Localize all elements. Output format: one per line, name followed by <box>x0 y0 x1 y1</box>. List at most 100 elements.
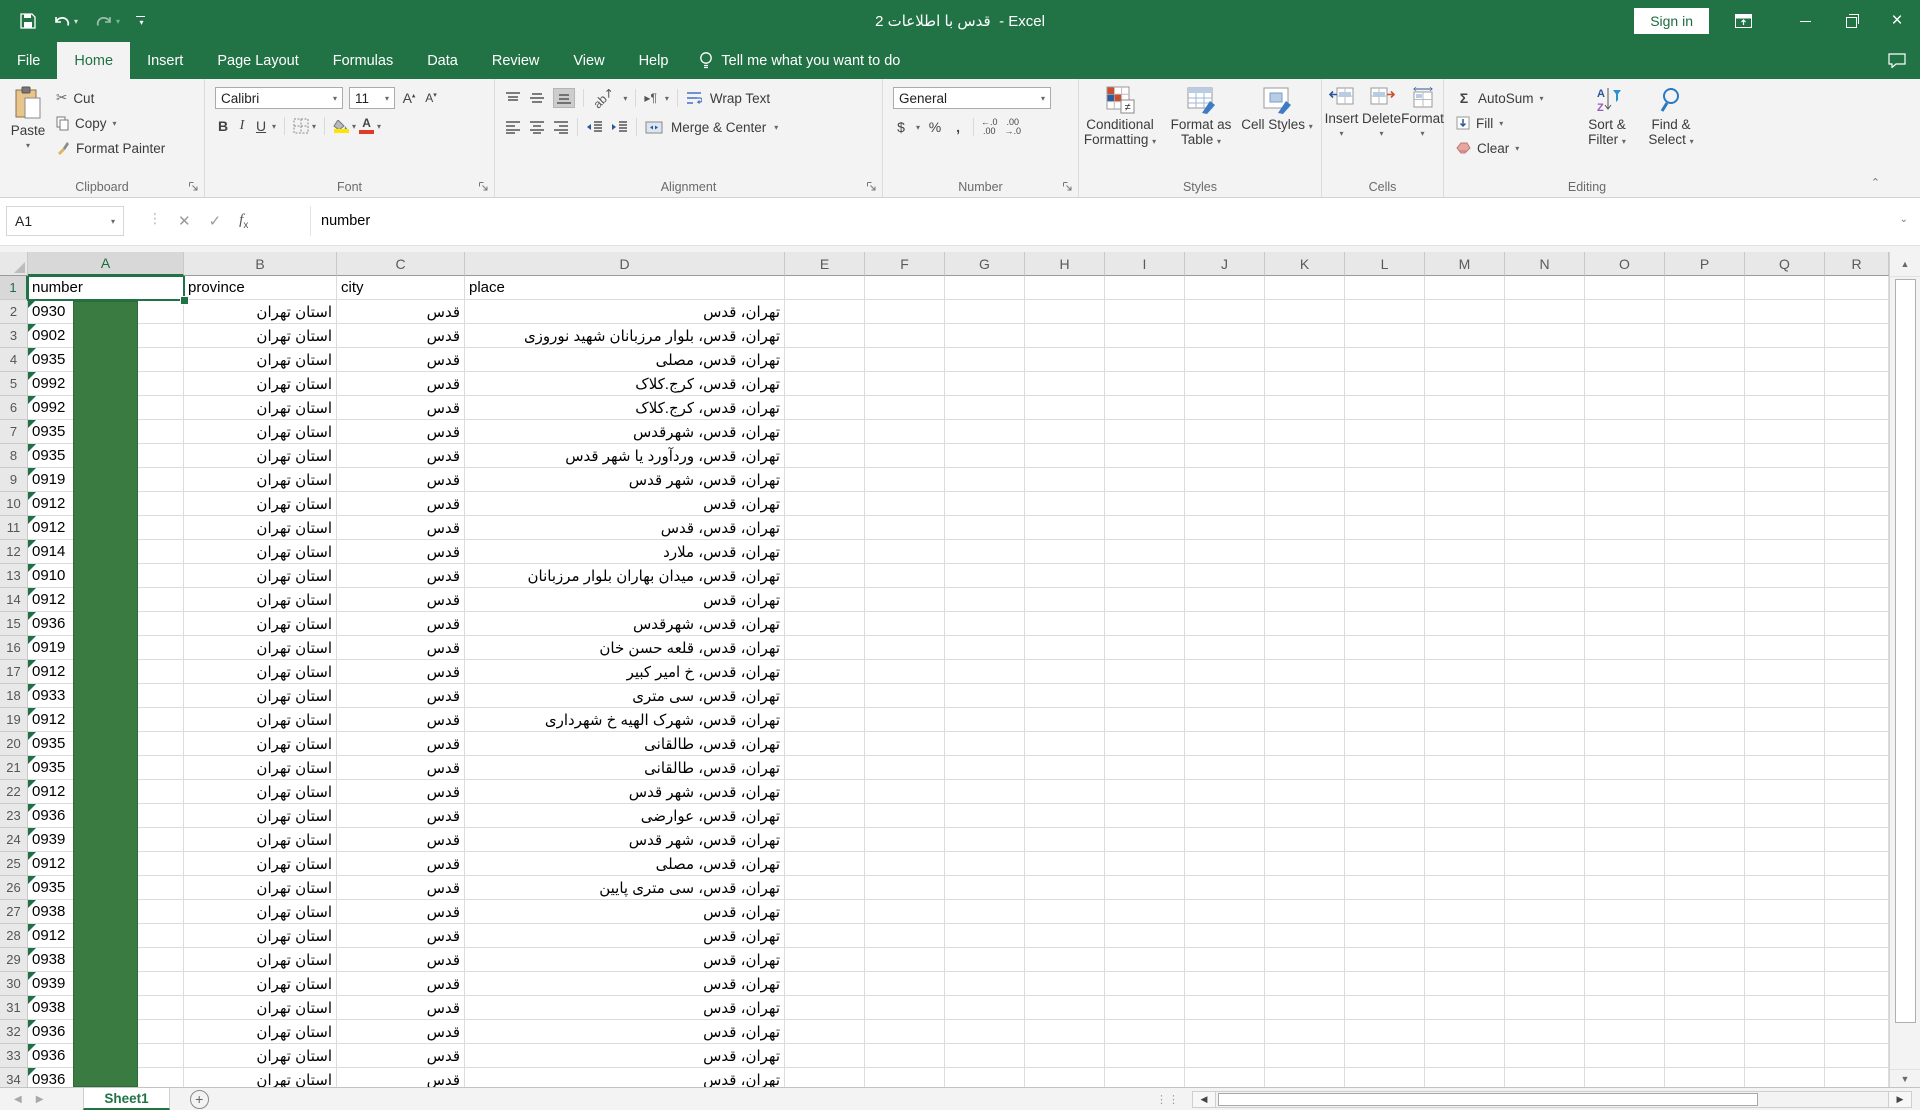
cell-M31[interactable] <box>1425 996 1505 1020</box>
cell-Q11[interactable] <box>1745 516 1825 540</box>
borders-icon[interactable] <box>293 118 309 134</box>
undo-caret-icon[interactable]: ▾ <box>74 17 78 26</box>
cell-J4[interactable] <box>1185 348 1265 372</box>
row-header-24[interactable]: 24 <box>0 828 28 852</box>
cell-B15[interactable]: استان تهران <box>184 612 337 636</box>
cell-L1[interactable] <box>1345 276 1425 300</box>
cell-E2[interactable] <box>785 300 865 324</box>
save-icon[interactable] <box>20 13 36 29</box>
cell-G11[interactable] <box>945 516 1025 540</box>
cell-Q8[interactable] <box>1745 444 1825 468</box>
tab-page-layout[interactable]: Page Layout <box>200 42 315 79</box>
cell-G33[interactable] <box>945 1044 1025 1068</box>
column-header-C[interactable]: C <box>337 252 465 276</box>
cell-C6[interactable]: قدس <box>337 396 465 420</box>
cell-L12[interactable] <box>1345 540 1425 564</box>
cell-F25[interactable] <box>865 852 945 876</box>
cell-E9[interactable] <box>785 468 865 492</box>
cell-B19[interactable]: استان تهران <box>184 708 337 732</box>
tab-splitter-icon[interactable]: ⋮⋮ <box>1156 1093 1180 1106</box>
tab-formulas[interactable]: Formulas <box>316 42 410 79</box>
cell-L15[interactable] <box>1345 612 1425 636</box>
cell-R12[interactable] <box>1825 540 1889 564</box>
cell-H33[interactable] <box>1025 1044 1105 1068</box>
cell-Q10[interactable] <box>1745 492 1825 516</box>
cell-P3[interactable] <box>1665 324 1745 348</box>
cell-N11[interactable] <box>1505 516 1585 540</box>
cell-F34[interactable] <box>865 1068 945 1087</box>
cell-M4[interactable] <box>1425 348 1505 372</box>
cell-I29[interactable] <box>1105 948 1185 972</box>
cell-J9[interactable] <box>1185 468 1265 492</box>
cell-L32[interactable] <box>1345 1020 1425 1044</box>
cell-C19[interactable]: قدس <box>337 708 465 732</box>
scroll-up-icon[interactable]: ▲ <box>1890 252 1920 277</box>
cell-E22[interactable] <box>785 780 865 804</box>
column-header-F[interactable]: F <box>865 252 945 276</box>
tab-view[interactable]: View <box>556 42 621 79</box>
cell-I34[interactable] <box>1105 1068 1185 1087</box>
cell-G4[interactable] <box>945 348 1025 372</box>
cell-I3[interactable] <box>1105 324 1185 348</box>
cell-D11[interactable]: تهران، قدس، قدس <box>465 516 785 540</box>
cell-I11[interactable] <box>1105 516 1185 540</box>
cell-N2[interactable] <box>1505 300 1585 324</box>
cell-N4[interactable] <box>1505 348 1585 372</box>
cell-Q6[interactable] <box>1745 396 1825 420</box>
cell-H7[interactable] <box>1025 420 1105 444</box>
cell-B6[interactable]: استان تهران <box>184 396 337 420</box>
row-header-6[interactable]: 6 <box>0 396 28 420</box>
cell-D4[interactable]: تهران، قدس، مصلی <box>465 348 785 372</box>
cell-Q25[interactable] <box>1745 852 1825 876</box>
row-header-25[interactable]: 25 <box>0 852 28 876</box>
cell-G27[interactable] <box>945 900 1025 924</box>
cell-R7[interactable] <box>1825 420 1889 444</box>
cell-B32[interactable]: استان تهران <box>184 1020 337 1044</box>
cell-J16[interactable] <box>1185 636 1265 660</box>
row-header-34[interactable]: 34 <box>0 1068 28 1087</box>
new-sheet-button[interactable]: + <box>189 1089 209 1109</box>
cell-L11[interactable] <box>1345 516 1425 540</box>
cell-Q7[interactable] <box>1745 420 1825 444</box>
cell-C8[interactable]: قدس <box>337 444 465 468</box>
cell-F31[interactable] <box>865 996 945 1020</box>
cell-I5[interactable] <box>1105 372 1185 396</box>
wrap-text-button[interactable]: Wrap Text <box>710 91 770 106</box>
cell-E31[interactable] <box>785 996 865 1020</box>
cell-N18[interactable] <box>1505 684 1585 708</box>
cell-H6[interactable] <box>1025 396 1105 420</box>
cell-F13[interactable] <box>865 564 945 588</box>
cell-J14[interactable] <box>1185 588 1265 612</box>
cell-R26[interactable] <box>1825 876 1889 900</box>
cell-I19[interactable] <box>1105 708 1185 732</box>
cell-J3[interactable] <box>1185 324 1265 348</box>
cell-B14[interactable]: استان تهران <box>184 588 337 612</box>
cell-O19[interactable] <box>1585 708 1665 732</box>
cell-F7[interactable] <box>865 420 945 444</box>
cell-O5[interactable] <box>1585 372 1665 396</box>
cell-H31[interactable] <box>1025 996 1105 1020</box>
cell-P32[interactable] <box>1665 1020 1745 1044</box>
cell-J6[interactable] <box>1185 396 1265 420</box>
cell-C15[interactable]: قدس <box>337 612 465 636</box>
cell-R24[interactable] <box>1825 828 1889 852</box>
cell-L8[interactable] <box>1345 444 1425 468</box>
cell-B18[interactable]: استان تهران <box>184 684 337 708</box>
cell-G19[interactable] <box>945 708 1025 732</box>
text-direction-icon[interactable]: ▸¶ <box>644 91 656 105</box>
cell-M15[interactable] <box>1425 612 1505 636</box>
cell-J31[interactable] <box>1185 996 1265 1020</box>
cell-O6[interactable] <box>1585 396 1665 420</box>
cell-K31[interactable] <box>1265 996 1345 1020</box>
cell-Q18[interactable] <box>1745 684 1825 708</box>
close-button[interactable]: × <box>1874 0 1920 42</box>
cell-K13[interactable] <box>1265 564 1345 588</box>
cell-P8[interactable] <box>1665 444 1745 468</box>
cell-H14[interactable] <box>1025 588 1105 612</box>
cell-E29[interactable] <box>785 948 865 972</box>
column-header-A[interactable]: A <box>28 252 184 276</box>
cell-I2[interactable] <box>1105 300 1185 324</box>
cell-M23[interactable] <box>1425 804 1505 828</box>
cell-O27[interactable] <box>1585 900 1665 924</box>
cell-Q4[interactable] <box>1745 348 1825 372</box>
